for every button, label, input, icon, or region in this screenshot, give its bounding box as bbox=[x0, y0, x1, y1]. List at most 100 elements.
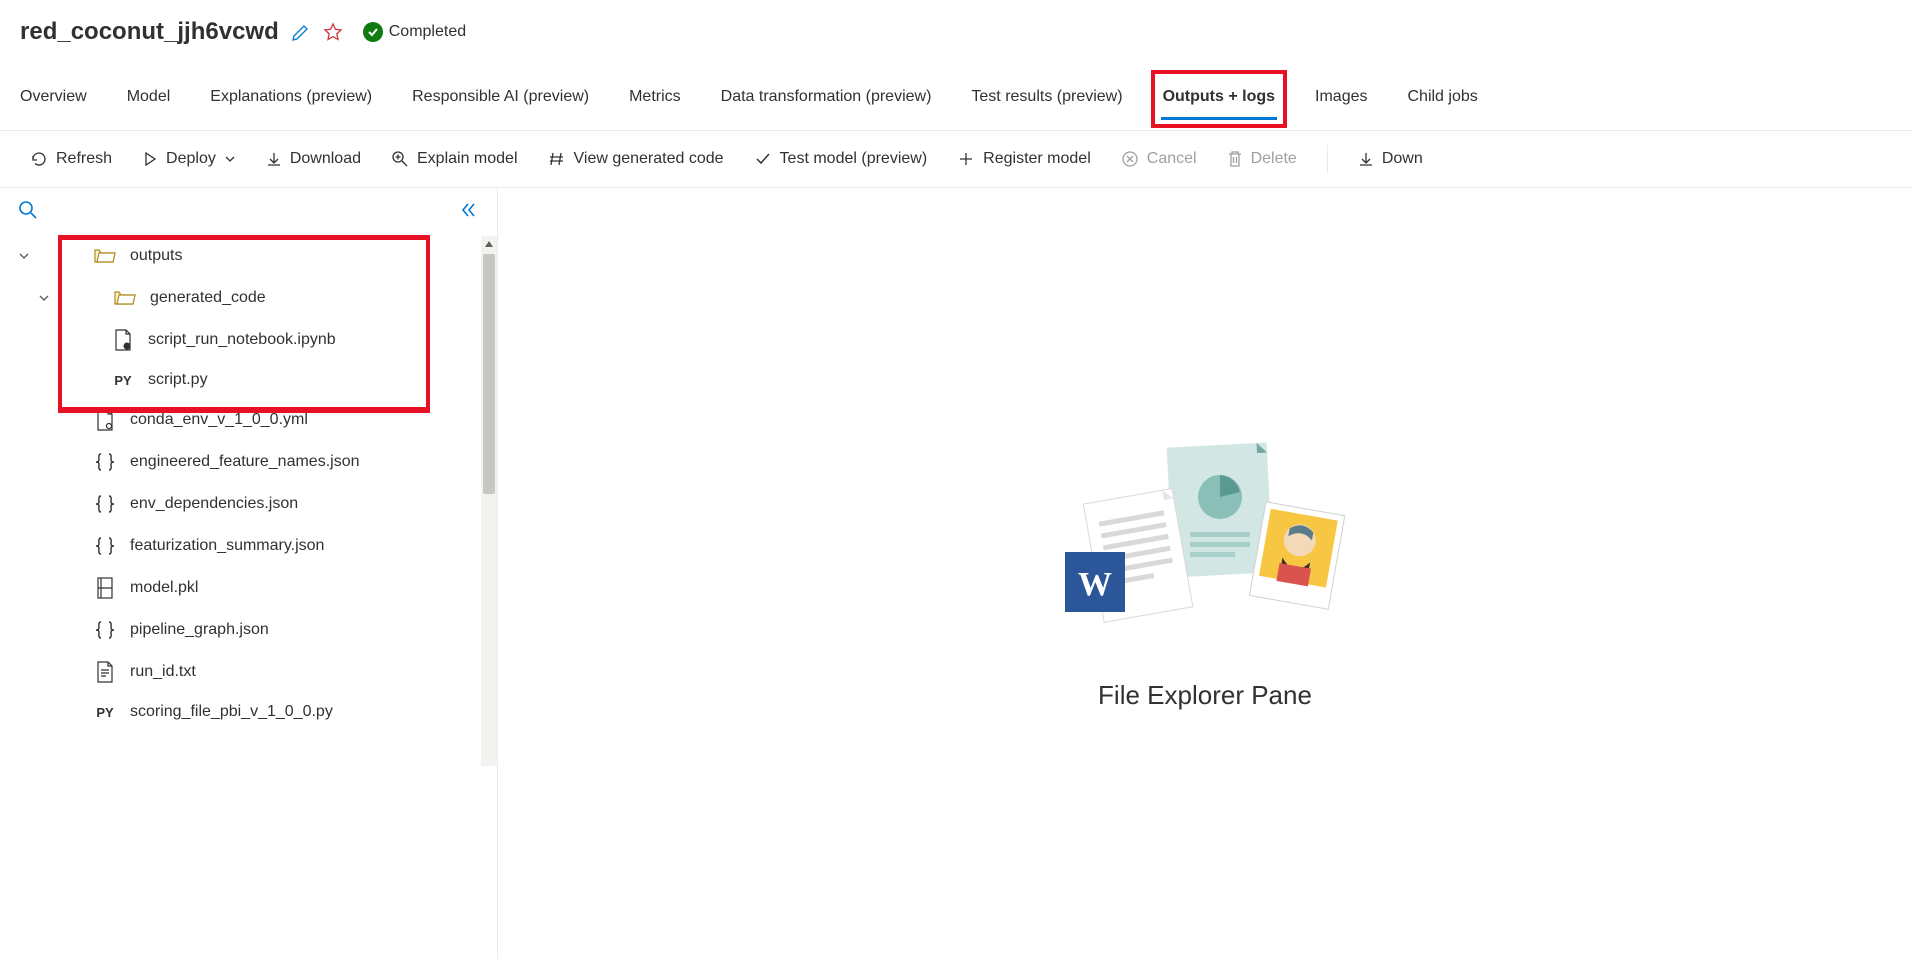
json-braces-icon bbox=[94, 535, 116, 557]
tab-metrics[interactable]: Metrics bbox=[629, 82, 681, 112]
tab-child-jobs[interactable]: Child jobs bbox=[1407, 82, 1477, 112]
download-icon bbox=[266, 151, 282, 167]
python-file-icon: PY bbox=[112, 373, 134, 388]
tree-item-label: conda_env_v_1_0_0.yml bbox=[130, 411, 308, 429]
tree-file-script[interactable]: PY script.py bbox=[0, 361, 489, 399]
cancel-icon bbox=[1121, 150, 1139, 168]
file-tree-sidebar: outputs generated_code script_run_notebo… bbox=[0, 188, 498, 959]
delete-label: Delete bbox=[1251, 150, 1297, 168]
collapse-sidebar-icon[interactable] bbox=[459, 200, 479, 223]
cancel-button: Cancel bbox=[1121, 150, 1197, 168]
refresh-label: Refresh bbox=[56, 150, 112, 168]
tree-item-label: generated_code bbox=[150, 289, 266, 307]
scrollbar[interactable] bbox=[481, 236, 497, 766]
deploy-button[interactable]: Deploy bbox=[142, 150, 236, 168]
content-title: File Explorer Pane bbox=[1098, 680, 1312, 711]
download-secondary-button[interactable]: Down bbox=[1358, 150, 1423, 168]
page-header: red_coconut_jjh6vcwd Completed bbox=[0, 0, 1912, 64]
tree-item-label: script.py bbox=[148, 371, 208, 389]
tab-overview[interactable]: Overview bbox=[20, 82, 87, 112]
page-title: red_coconut_jjh6vcwd bbox=[20, 18, 279, 46]
chevron-down-icon bbox=[224, 153, 236, 165]
download-label: Download bbox=[290, 150, 361, 168]
tree-file-pipeline[interactable]: pipeline_graph.json bbox=[0, 609, 489, 651]
scrollbar-thumb[interactable] bbox=[483, 254, 495, 494]
trash-icon bbox=[1227, 150, 1243, 168]
tree-item-label: scoring_file_pbi_v_1_0_0.py bbox=[130, 703, 333, 721]
status-badge: Completed bbox=[363, 22, 466, 42]
deploy-label: Deploy bbox=[166, 150, 216, 168]
register-model-button[interactable]: Register model bbox=[957, 150, 1091, 168]
tree-folder-outputs[interactable]: outputs bbox=[0, 235, 489, 277]
folder-open-icon bbox=[114, 287, 136, 309]
tab-bar: Overview Model Explanations (preview) Re… bbox=[0, 82, 1912, 112]
main-layout: outputs generated_code script_run_notebo… bbox=[0, 188, 1912, 959]
favorite-star-icon[interactable] bbox=[323, 22, 343, 42]
test-model-label: Test model (preview) bbox=[780, 150, 928, 168]
sidebar-header bbox=[0, 188, 497, 235]
download2-label: Down bbox=[1382, 150, 1423, 168]
tab-outputs-logs-label: Outputs + logs bbox=[1163, 88, 1275, 105]
tree-item-label: env_dependencies.json bbox=[130, 495, 298, 513]
file-binary-icon bbox=[94, 577, 116, 599]
view-code-button[interactable]: View generated code bbox=[548, 150, 724, 168]
download-icon bbox=[1358, 151, 1374, 167]
svg-text:W: W bbox=[1078, 566, 1112, 603]
explain-label: Explain model bbox=[417, 150, 518, 168]
tab-test-results[interactable]: Test results (preview) bbox=[971, 82, 1122, 112]
check-circle-icon bbox=[363, 22, 383, 42]
tree-file-engineered[interactable]: engineered_feature_names.json bbox=[0, 441, 489, 483]
json-braces-icon bbox=[94, 451, 116, 473]
tree-item-label: model.pkl bbox=[130, 579, 198, 597]
file-tree[interactable]: outputs generated_code script_run_notebo… bbox=[0, 235, 497, 959]
file-yml-icon bbox=[94, 409, 116, 431]
register-label: Register model bbox=[983, 150, 1091, 168]
chevron-down-icon[interactable] bbox=[38, 292, 52, 304]
play-icon bbox=[142, 151, 158, 167]
edit-icon[interactable] bbox=[291, 22, 311, 42]
tree-file-featurization[interactable]: featurization_summary.json bbox=[0, 525, 489, 567]
json-braces-icon bbox=[94, 619, 116, 641]
json-braces-icon bbox=[94, 493, 116, 515]
folder-open-icon bbox=[94, 245, 116, 267]
tree-item-label: engineered_feature_names.json bbox=[130, 453, 360, 471]
content-pane: W File Explorer Pane bbox=[498, 188, 1912, 959]
test-model-button[interactable]: Test model (preview) bbox=[754, 150, 928, 168]
tree-item-label: run_id.txt bbox=[130, 663, 196, 681]
chevron-down-icon[interactable] bbox=[18, 250, 32, 262]
action-bar: Refresh Deploy Download Explain model Vi… bbox=[0, 130, 1912, 188]
tree-file-model[interactable]: model.pkl bbox=[0, 567, 489, 609]
tree-folder-generated-code[interactable]: generated_code bbox=[0, 277, 489, 319]
download-button[interactable]: Download bbox=[266, 150, 361, 168]
tree-item-label: pipeline_graph.json bbox=[130, 621, 269, 639]
tab-explanations[interactable]: Explanations (preview) bbox=[210, 82, 372, 112]
tree-item-label: script_run_notebook.ipynb bbox=[148, 331, 336, 349]
file-text-icon bbox=[94, 661, 116, 683]
magnifier-plus-icon bbox=[391, 150, 409, 168]
action-divider bbox=[1327, 145, 1328, 173]
tree-file-scoring[interactable]: PY scoring_file_pbi_v_1_0_0.py bbox=[0, 693, 489, 731]
search-icon[interactable] bbox=[18, 200, 38, 223]
refresh-icon bbox=[30, 150, 48, 168]
tree-item-label: featurization_summary.json bbox=[130, 537, 324, 555]
tab-model[interactable]: Model bbox=[127, 82, 171, 112]
tab-images[interactable]: Images bbox=[1315, 82, 1367, 112]
tab-responsible-ai[interactable]: Responsible AI (preview) bbox=[412, 82, 589, 112]
tab-outputs-logs[interactable]: Outputs + logs bbox=[1163, 82, 1275, 112]
scroll-up-arrow-icon[interactable] bbox=[481, 236, 497, 252]
tab-active-underline bbox=[1161, 117, 1277, 120]
refresh-button[interactable]: Refresh bbox=[30, 150, 112, 168]
explain-model-button[interactable]: Explain model bbox=[391, 150, 518, 168]
tree-file-notebook[interactable]: script_run_notebook.ipynb bbox=[0, 319, 489, 361]
tab-data-transformation[interactable]: Data transformation (preview) bbox=[721, 82, 932, 112]
tree-item-label: outputs bbox=[130, 247, 182, 265]
tree-file-runid[interactable]: run_id.txt bbox=[0, 651, 489, 693]
status-text: Completed bbox=[389, 23, 466, 41]
plus-icon bbox=[957, 150, 975, 168]
tree-file-conda[interactable]: conda_env_v_1_0_0.yml bbox=[0, 399, 489, 441]
python-file-icon: PY bbox=[94, 705, 116, 720]
tree-file-env-deps[interactable]: env_dependencies.json bbox=[0, 483, 489, 525]
checkmark-icon bbox=[754, 150, 772, 168]
cancel-label: Cancel bbox=[1147, 150, 1197, 168]
hash-icon bbox=[548, 150, 566, 168]
